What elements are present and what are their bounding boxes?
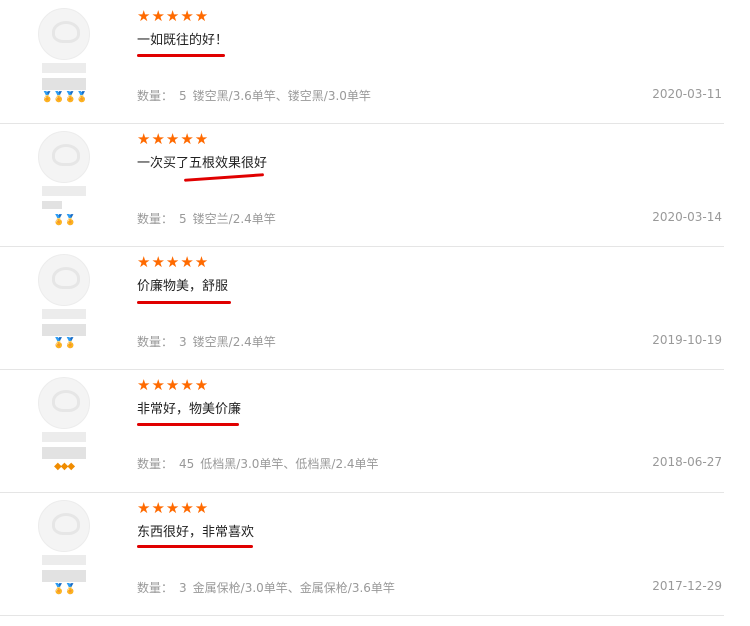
quantity-label: 数量：: [137, 581, 174, 595]
review-meta: 数量： 3 镂空黑/2.4单竿: [137, 333, 276, 350]
rating-stars: ★★★★★: [137, 7, 210, 25]
username-blurred: [42, 78, 86, 90]
username-blurred: [42, 570, 86, 582]
review-meta: 数量： 5 镂空兰/2.4单竿: [137, 210, 276, 227]
product-specs: 镂空兰/2.4单竿: [192, 212, 276, 226]
review-comment: 东西很好，非常喜欢: [137, 525, 255, 540]
level-badge-icon: 🏅🏅: [52, 215, 77, 226]
username-blurred: [42, 432, 86, 442]
review-meta: 数量： 5 镂空黑/3.6单竿、镂空黑/3.0单竿: [137, 87, 371, 104]
review-item: 🏅🏅 ★★★★★ 价廉物美，舒服 数量： 3 镂空黑/2.4单竿 2019-10-1…: [0, 246, 724, 370]
level-badge-icon: 🏅🏅🏅🏅: [41, 92, 88, 103]
review-comment: 价廉物美，舒服: [137, 279, 229, 294]
review-meta: 数量： 45 低档黑/3.0单竿、低档黑/2.4单竿: [137, 455, 379, 472]
annotation-underline: [137, 54, 225, 57]
annotation-underline: [183, 173, 265, 182]
annotation-underline: [137, 423, 239, 426]
username-blurred: [42, 309, 86, 319]
product-specs: 镂空黑/3.6单竿、镂空黑/3.0单竿: [192, 89, 371, 103]
quantity-label: 数量：: [137, 335, 174, 349]
product-specs: 金属保枪/3.0单竿、金属保枪/3.6单竿: [192, 581, 395, 595]
review-date: 2017-12-29: [652, 579, 722, 593]
review-date: 2018-06-27: [652, 455, 722, 469]
username-blurred: [42, 324, 86, 336]
avatar: [38, 377, 90, 429]
product-specs: 镂空黑/2.4单竿: [192, 335, 276, 349]
review-comment: 非常好，物美价廉: [137, 402, 242, 417]
username-blurred: [42, 447, 86, 459]
review-date: 2020-03-11: [652, 87, 722, 101]
rating-stars: ★★★★★: [137, 376, 210, 394]
product-specs: 低档黑/3.0单竿、低档黑/2.4单竿: [200, 457, 379, 471]
review-date: 2019-10-19: [652, 333, 722, 347]
avatar: [38, 131, 90, 183]
level-badge-icon: 🏅🏅: [52, 584, 77, 595]
quantity-label: 数量：: [137, 89, 174, 103]
username-blurred: [42, 201, 62, 209]
quantity-value: 5: [179, 212, 187, 226]
quantity-value: 3: [179, 581, 187, 595]
avatar: [38, 8, 90, 60]
quantity-value: 3: [179, 335, 187, 349]
quantity-label: 数量：: [137, 212, 174, 226]
review-item: 🏅🏅🏅🏅 ★★★★★ 一如既往的好！ 数量： 5 镂空黑/3.6单竿、镂空黑/3.0…: [0, 0, 724, 124]
username-blurred: [42, 63, 86, 73]
quantity-value: 5: [179, 89, 187, 103]
review-item: 🏅🏅 ★★★★★ 东西很好，非常喜欢 数量： 3 金属保枪/3.0单竿、金属保枪/3…: [0, 492, 724, 616]
level-badge-icon: 🏅🏅: [52, 338, 77, 349]
quantity-label: 数量：: [137, 457, 174, 471]
avatar: [38, 254, 90, 306]
quantity-value: 45: [179, 457, 195, 471]
rating-stars: ★★★★★: [137, 253, 210, 271]
review-item: ◆◆◆ ★★★★★ 非常好，物美价廉 数量： 45 低档黑/3.0单竿、低档黑/2.…: [0, 369, 724, 493]
review-meta: 数量： 3 金属保枪/3.0单竿、金属保枪/3.6单竿: [137, 579, 395, 596]
username-blurred: [42, 186, 86, 196]
review-comment: 一如既往的好！: [137, 33, 229, 48]
rating-stars: ★★★★★: [137, 499, 210, 517]
review-item: 🏅🏅 ★★★★★ 一次买了五根效果很好 数量： 5 镂空兰/2.4单竿 2020-0…: [0, 123, 724, 247]
review-date: 2020-03-14: [652, 210, 722, 224]
review-comment: 一次买了五根效果很好: [137, 156, 268, 171]
annotation-underline: [137, 301, 231, 304]
rating-stars: ★★★★★: [137, 130, 210, 148]
avatar: [38, 500, 90, 552]
username-blurred: [42, 555, 86, 565]
annotation-underline: [137, 545, 253, 548]
level-badge-icon: ◆◆◆: [53, 461, 75, 472]
